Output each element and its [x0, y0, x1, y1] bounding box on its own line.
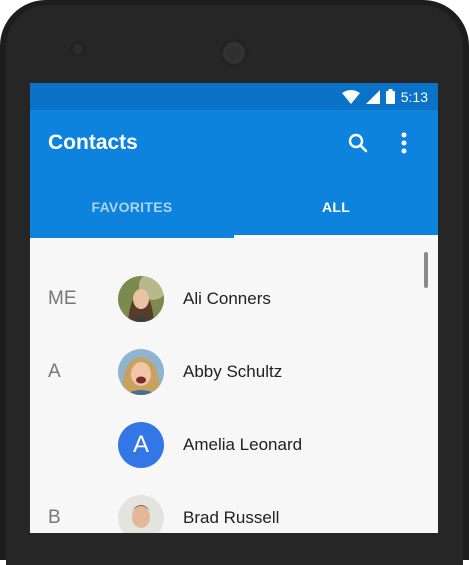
list-item[interactable]: A Abby Schultz	[30, 335, 438, 408]
avatar	[118, 348, 164, 395]
contact-name: Ali Conners	[183, 288, 271, 308]
screen: 5:13 Contacts FAVORITES ALL ME Ali Conne…	[30, 83, 438, 533]
tab-bar: FAVORITES ALL	[30, 175, 438, 238]
app-bar: Contacts	[30, 110, 438, 175]
avatar	[118, 275, 164, 322]
more-options-button[interactable]	[388, 127, 420, 159]
list-item[interactable]: ME Ali Conners	[30, 262, 438, 335]
wifi-icon	[341, 89, 360, 104]
list-item[interactable]: B Brad Russell	[30, 481, 438, 533]
avatar: A	[118, 421, 164, 468]
contact-name: Abby Schultz	[183, 361, 283, 381]
section-header: ME	[48, 287, 77, 309]
contact-name: Amelia Leonard	[183, 434, 303, 454]
earpiece-speaker	[219, 38, 249, 68]
search-button[interactable]	[342, 127, 374, 159]
contact-list[interactable]: ME Ali Conners A Abby Schultz A Amelia L…	[30, 238, 438, 533]
avatar	[118, 494, 164, 533]
battery-icon	[385, 89, 395, 104]
status-bar: 5:13	[30, 83, 438, 110]
tab-favorites[interactable]: FAVORITES	[30, 175, 234, 238]
list-item[interactable]: A Amelia Leonard	[30, 408, 438, 481]
section-header: A	[48, 360, 61, 382]
phone-frame: 5:13 Contacts FAVORITES ALL ME Ali Conne…	[0, 0, 469, 565]
contact-name: Brad Russell	[183, 507, 280, 527]
more-vert-icon	[401, 132, 407, 153]
status-time: 5:13	[400, 88, 428, 105]
page-title: Contacts	[48, 130, 138, 154]
signal-icon	[365, 89, 380, 104]
front-camera	[70, 41, 86, 57]
section-header: B	[48, 506, 61, 528]
search-icon	[348, 133, 368, 152]
tab-all[interactable]: ALL	[234, 175, 438, 238]
